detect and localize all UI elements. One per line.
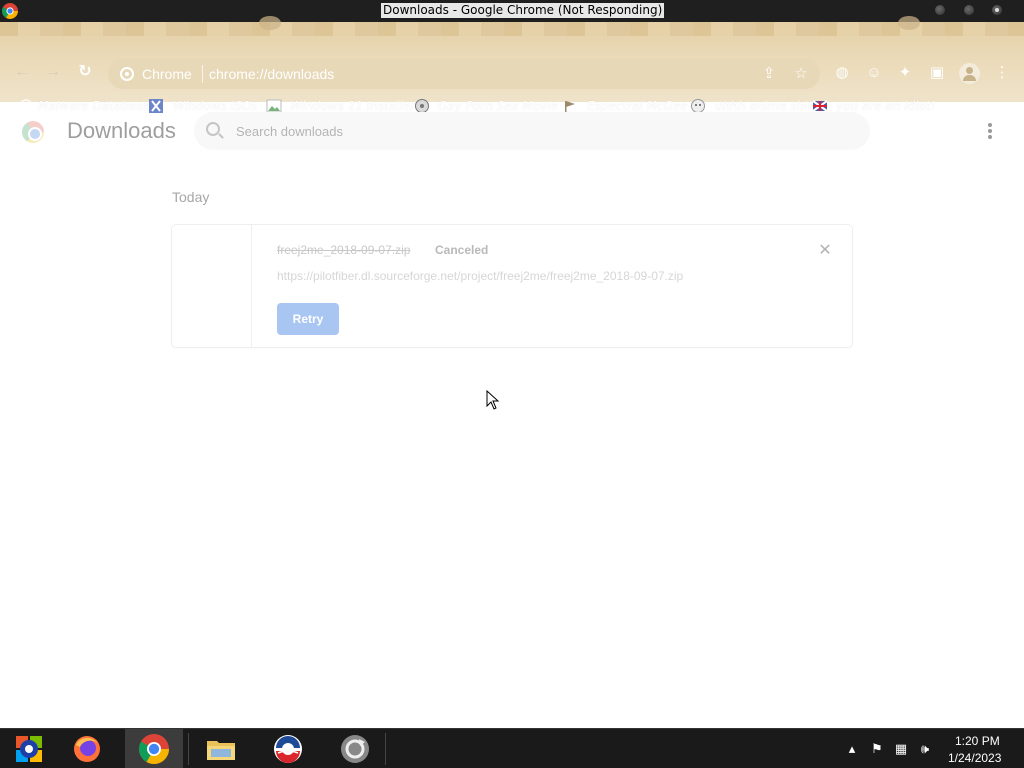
close-button[interactable] xyxy=(992,5,1002,15)
taskbar-obama-app[interactable] xyxy=(259,729,317,768)
chrome-icon xyxy=(138,734,169,765)
taskbar-firefox[interactable] xyxy=(58,729,116,768)
omnibox-divider xyxy=(202,65,203,83)
taskbar-google-chrome[interactable] xyxy=(125,729,183,768)
volume-icon[interactable]: 🕪 xyxy=(917,741,933,757)
search-input[interactable] xyxy=(236,122,836,140)
x-logo-icon xyxy=(148,98,164,114)
tab-strip-fragment xyxy=(259,16,281,30)
profile-avatar[interactable] xyxy=(959,63,980,84)
refresh-circle-icon xyxy=(341,735,369,763)
forward-button[interactable]: → xyxy=(44,63,62,81)
back-button[interactable]: ← xyxy=(13,63,31,81)
chrome-icon xyxy=(2,3,18,19)
puzzle-extensions-icon[interactable]: ✦ xyxy=(895,63,915,83)
clock-date[interactable]: 1/24/2023 xyxy=(948,751,1001,765)
chrome-logo-icon xyxy=(22,121,44,143)
chrome-site-icon xyxy=(120,67,134,81)
account-extension-icon[interactable]: ☺ xyxy=(864,63,884,83)
file-icon-area xyxy=(172,225,252,347)
windows-orb-icon xyxy=(16,736,42,762)
minimize-button[interactable] xyxy=(935,5,945,15)
tab-strip-fragment xyxy=(898,16,920,30)
taskbar: ▴ ⚑ ▦ 🕪 1:20 PM 1/24/2023 xyxy=(0,728,1024,768)
action-center-flag-icon[interactable]: ⚑ xyxy=(869,741,885,757)
download-item: freej2me_2018-09-07.zip Canceled https:/… xyxy=(172,225,852,347)
bookmark-star-icon[interactable]: ☆ xyxy=(792,65,810,83)
download-status: Canceled xyxy=(435,243,489,257)
remove-from-list-icon[interactable]: ✕ xyxy=(817,243,833,259)
folder-icon xyxy=(207,741,235,760)
more-actions-icon[interactable] xyxy=(981,120,999,142)
kebab-menu-icon[interactable]: ⋮ xyxy=(992,63,1012,83)
window-title: Downloads - Google Chrome (Not Respondin… xyxy=(381,3,665,18)
title-bar: Downloads - Google Chrome (Not Respondin… xyxy=(0,0,1024,22)
firefox-icon xyxy=(74,736,100,762)
mouse-cursor-icon xyxy=(486,390,500,410)
share-icon[interactable]: ⇪ xyxy=(760,65,778,83)
taskbar-separator xyxy=(188,733,189,765)
date-section-header: Today xyxy=(172,189,210,205)
page-title: Downloads xyxy=(67,118,176,143)
taskbar-separator xyxy=(385,733,386,765)
obama-logo-icon xyxy=(274,735,302,763)
url-text[interactable]: chrome://downloads xyxy=(209,66,334,82)
source-url-link[interactable]: https://pilotfiber.dl.sourceforge.net/pr… xyxy=(277,269,683,283)
start-button[interactable] xyxy=(0,729,58,768)
bookmark-item[interactable]: Malware Database xyxy=(38,98,150,114)
side-panel-icon[interactable]: ▣ xyxy=(927,63,947,83)
site-chip-label: Chrome xyxy=(142,66,192,82)
file-name-link[interactable]: freej2me_2018-09-07.zip xyxy=(277,243,410,257)
taskbar-file-explorer[interactable] xyxy=(192,729,250,768)
browser-toolbar: ← → ↻ Chrome chrome://downloads ⇪ ☆ ◍ ☺ … xyxy=(0,16,1024,113)
network-icon[interactable]: ▦ xyxy=(893,741,909,757)
maximize-button[interactable] xyxy=(964,5,974,15)
globe-icon xyxy=(18,98,34,114)
extension-icon[interactable]: ◍ xyxy=(832,63,852,83)
search-box[interactable] xyxy=(194,112,870,150)
address-bar[interactable]: Chrome chrome://downloads ⇪ ☆ xyxy=(108,59,820,89)
retry-button[interactable]: Retry xyxy=(277,303,339,335)
clock-time[interactable]: 1:20 PM xyxy=(955,734,1000,748)
search-icon xyxy=(206,122,220,136)
taskbar-refresh-app[interactable] xyxy=(326,729,384,768)
show-hidden-icons-icon[interactable]: ▴ xyxy=(844,741,860,757)
reload-button[interactable]: ↻ xyxy=(76,63,94,81)
